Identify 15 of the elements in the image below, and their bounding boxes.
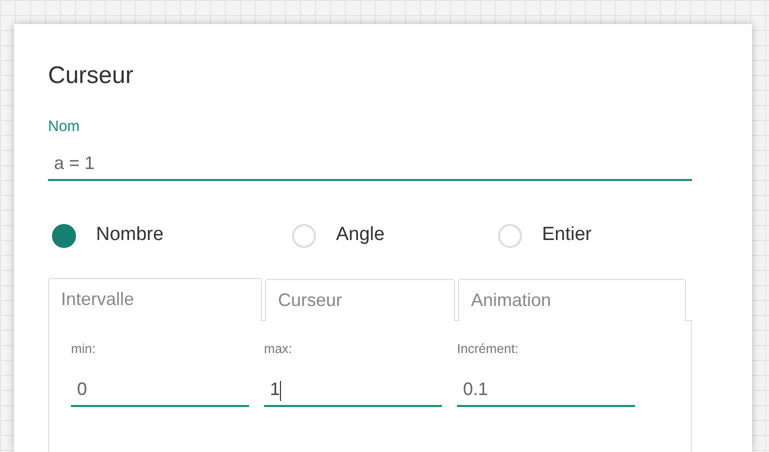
field-label: Incrément:: [457, 340, 520, 358]
dialog-title: Curseur: [48, 62, 134, 91]
tab[interactable]: Intervalle: [48, 278, 262, 321]
input-field[interactable]: 0: [71, 374, 249, 408]
field-label: Nom: [48, 116, 80, 137]
radio-option[interactable]: Angle: [292, 221, 498, 250]
radio-option[interactable]: Nombre: [52, 221, 292, 250]
input-field[interactable]: 1: [264, 374, 442, 408]
tab[interactable]: Animation: [458, 278, 686, 321]
radio-option[interactable]: Entier: [498, 221, 618, 250]
field-label: max:: [264, 340, 294, 358]
field-label: min:: [71, 340, 97, 358]
name-field[interactable]: a = 1: [48, 148, 692, 182]
input-field[interactable]: 0.1: [457, 374, 635, 408]
tab[interactable]: Curseur: [265, 278, 455, 321]
